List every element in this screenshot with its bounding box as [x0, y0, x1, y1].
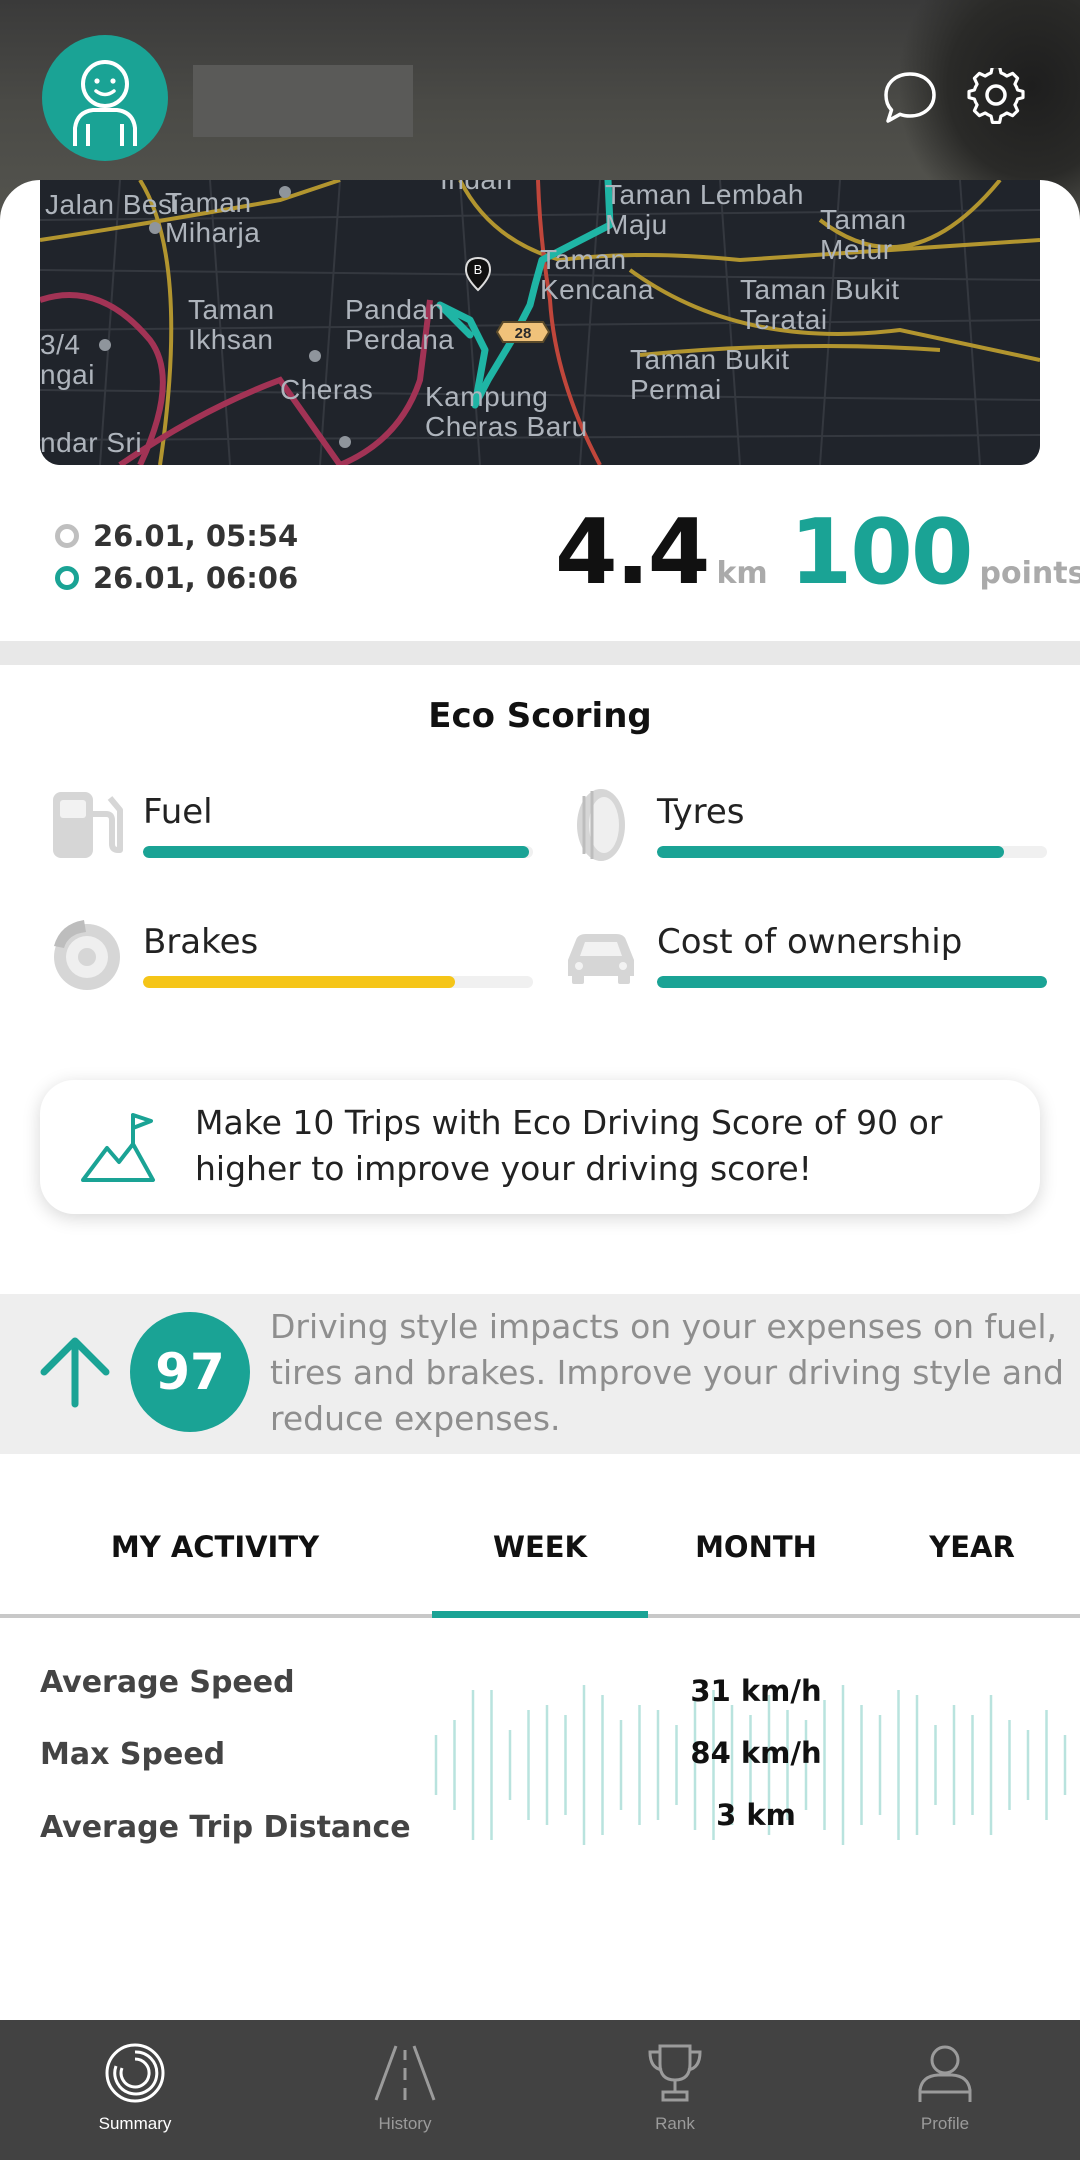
driving-score-banner: 97 Driving style impacts on your expense… — [0, 1294, 1080, 1454]
distance-unit: km — [716, 556, 768, 591]
map-label: Taman Ikhsan — [188, 294, 275, 355]
brakes-progress-fill — [143, 976, 455, 988]
trip-end: 26.01, 06:06 — [55, 557, 298, 599]
bottom-navigation: Summary History Rank Profile — [0, 2020, 1080, 2160]
trip-start: 26.01, 05:54 — [55, 515, 298, 557]
svg-text:B: B — [474, 262, 483, 277]
user-face-icon — [73, 60, 137, 146]
nav-profile[interactable]: Profile — [810, 2020, 1080, 2160]
start-dot-icon — [55, 524, 79, 548]
nav-summary[interactable]: Summary — [0, 2020, 270, 2160]
road-icon — [374, 2045, 436, 2101]
activity-stats: Average Speed 31 km/h Max Speed 84 km/h … — [0, 1660, 1080, 1860]
map-label: ndar Sri — [40, 427, 143, 458]
route-badge: 28 — [495, 321, 551, 343]
map-label: Taman Bukit Permai — [630, 344, 790, 405]
tyre-icon — [577, 789, 625, 861]
eco-scoring-title: Eco Scoring — [428, 696, 652, 736]
map-label: Jalan Besi — [45, 189, 180, 220]
stat-max-speed-label: Max Speed — [40, 1737, 226, 1772]
metric-label: Tyres — [657, 792, 745, 832]
tab-year[interactable]: YEAR — [864, 1530, 1080, 1564]
username-redacted — [193, 65, 413, 137]
fuel-progress-track — [143, 846, 533, 858]
tyres-progress-fill — [657, 846, 1005, 858]
tab-week[interactable]: WEEK — [432, 1530, 648, 1564]
map-label: Taman Melur — [820, 204, 907, 265]
svg-text:28: 28 — [515, 325, 532, 342]
map-label: Indan — [440, 180, 513, 195]
profile-icon — [918, 2045, 972, 2102]
stat-max-speed-value: 84 km/h — [690, 1736, 822, 1770]
map-label: Pandan Perdana — [345, 294, 455, 355]
arrow-up-icon — [40, 1337, 110, 1408]
cost-progress-track — [657, 976, 1047, 988]
map-label: Taman Kencana — [540, 244, 655, 305]
map-label: Taman Lembah Maju — [605, 180, 805, 240]
nav-rank[interactable]: Rank — [540, 2020, 810, 2160]
end-dot-icon — [55, 566, 79, 590]
nav-label: Summary — [98, 2114, 172, 2133]
map-label: Kampung Cheras Baru — [425, 381, 588, 442]
tab-month[interactable]: MONTH — [648, 1530, 864, 1564]
fuel-pump-icon — [53, 792, 123, 858]
nav-history[interactable]: History — [270, 2020, 540, 2160]
brake-disc-icon — [54, 920, 120, 990]
metric-cost-of-ownership[interactable]: Cost of ownership — [562, 916, 1052, 996]
map-label: Cheras — [280, 374, 374, 405]
metric-fuel[interactable]: Fuel — [48, 786, 538, 866]
driving-score-description: Driving style impacts on your expenses o… — [270, 1307, 1064, 1438]
metric-label: Fuel — [143, 792, 213, 832]
metric-label: Brakes — [143, 922, 259, 962]
points-value: 100 — [789, 500, 974, 605]
map-label: Taman Bukit Teratai — [740, 274, 900, 335]
trip-end-time: 26.01, 06:06 — [93, 561, 299, 595]
metric-tyres[interactable]: Tyres — [562, 786, 1052, 866]
distance-value: 4.4 — [555, 500, 710, 605]
nav-label: History — [378, 2114, 432, 2133]
driving-score-badge: 97 — [130, 1312, 250, 1432]
trip-times: 26.01, 05:54 26.01, 06:06 — [55, 515, 298, 599]
cost-progress-fill — [657, 976, 1047, 988]
section-divider — [0, 641, 1080, 665]
summary-icon — [105, 2043, 165, 2103]
trophy-icon — [648, 2044, 702, 2102]
map-label: 3/4 ngai — [40, 329, 95, 390]
chat-icon[interactable] — [880, 68, 940, 128]
metric-label: Cost of ownership — [657, 922, 963, 962]
stat-average-speed-value: 31 km/h — [690, 1674, 822, 1708]
selected-tab-indicator — [432, 1611, 648, 1618]
nav-label: Rank — [655, 2114, 695, 2133]
stat-average-speed-label: Average Speed — [40, 1665, 295, 1700]
mountain-flag-icon — [81, 1113, 155, 1182]
points-unit: points — [979, 556, 1080, 591]
avatar[interactable] — [42, 35, 168, 161]
trip-card[interactable]: B 28 Jalan Besi Taman Miharja Taman Ikhs… — [0, 180, 1080, 640]
trip-start-time: 26.01, 05:54 — [93, 519, 299, 553]
trip-summary-values: 4.4 km 100 points — [555, 500, 1080, 605]
nav-label: Profile — [920, 2114, 970, 2133]
stat-average-trip-distance-label: Average Trip Distance — [40, 1810, 411, 1845]
challenge-text: Make 10 Trips with Eco Driving Score of … — [195, 1103, 943, 1188]
challenge-card[interactable]: Make 10 Trips with Eco Driving Score of … — [40, 1080, 1040, 1214]
gear-icon[interactable] — [966, 68, 1026, 128]
my-activity-title: MY ACTIVITY — [110, 1530, 320, 1564]
tyres-progress-track — [657, 846, 1047, 858]
stat-average-trip-distance-value: 3 km — [716, 1798, 796, 1832]
fuel-progress-fill — [143, 846, 530, 858]
brakes-progress-track — [143, 976, 533, 988]
activity-tabs: MY ACTIVITY WEEK MONTH YEAR — [0, 1500, 1080, 1618]
map-label: Taman Miharja — [165, 187, 261, 248]
metric-brakes[interactable]: Brakes — [48, 916, 538, 996]
trip-map[interactable]: B 28 Jalan Besi Taman Miharja Taman Ikhs… — [40, 180, 1040, 465]
car-icon — [568, 934, 634, 984]
